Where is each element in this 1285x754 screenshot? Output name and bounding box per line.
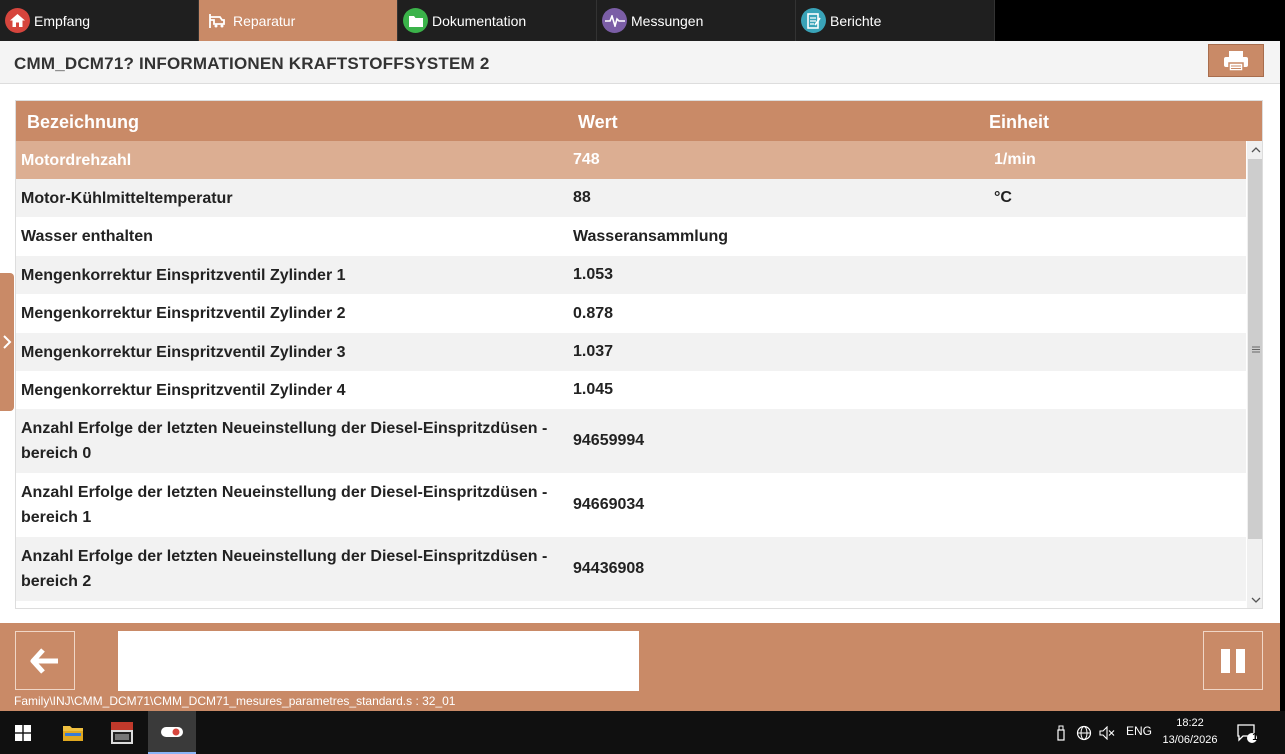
table-row[interactable]: Mengenkorrektur Einspritzventil Zylinder… bbox=[16, 294, 1246, 333]
column-header-bezeichnung: Bezeichnung bbox=[27, 112, 140, 132]
grip-icon bbox=[1251, 346, 1260, 352]
param-value: 94659994 bbox=[573, 432, 645, 449]
chevron-down-icon bbox=[1251, 597, 1260, 603]
waveform-icon bbox=[602, 8, 627, 33]
param-name: Mengenkorrektur Einspritzventil Zylinder… bbox=[21, 266, 346, 284]
table-row[interactable]: Motor-Kühlmitteltemperatur 88 °C bbox=[16, 179, 1246, 217]
clock-time: 18:22 bbox=[1176, 717, 1204, 729]
parameter-table: Bezeichnung Wert Einheit Motordrehzahl 7… bbox=[15, 100, 1263, 609]
param-name: Motordrehzahl bbox=[21, 151, 132, 169]
lift-icon bbox=[204, 8, 229, 33]
param-unit: 1/min bbox=[994, 151, 1036, 168]
table-row[interactable]: Wasser enthalten Wasseransammlung bbox=[16, 217, 1246, 256]
folder-icon bbox=[63, 725, 83, 741]
tab-messungen[interactable]: Messungen bbox=[597, 0, 796, 41]
top-nav: Empfang Reparatur Dokumentation Messunge… bbox=[0, 0, 995, 41]
param-unit: °C bbox=[994, 189, 1012, 206]
diagbox-app-button[interactable] bbox=[99, 711, 145, 754]
table-row[interactable]: Mengenkorrektur Einspritzventil Zylinder… bbox=[16, 333, 1246, 371]
script-path: Family\INJ\CMM_DCM71\CMM_DCM71_mesures_p… bbox=[14, 694, 456, 708]
window-edge bbox=[1280, 41, 1285, 711]
column-header-einheit: Einheit bbox=[989, 112, 1050, 132]
table-row[interactable]: Anzahl Erfolge der letzten Neueinstellun… bbox=[16, 473, 1246, 537]
table-body: Motordrehzahl 748 1/min Motor-Kühlmittel… bbox=[16, 141, 1246, 601]
tab-label: Reparatur bbox=[233, 12, 296, 29]
tab-label: Dokumentation bbox=[432, 12, 527, 29]
tab-empfang[interactable]: Empfang bbox=[0, 0, 199, 41]
param-value: 748 bbox=[573, 151, 600, 168]
start-button[interactable] bbox=[0, 711, 46, 754]
speaker-muted-icon bbox=[1099, 725, 1115, 740]
print-button[interactable] bbox=[1208, 44, 1264, 77]
table-row[interactable]: Mengenkorrektur Einspritzventil Zylinder… bbox=[16, 371, 1246, 409]
tab-label: Messungen bbox=[631, 12, 704, 29]
tab-reparatur[interactable]: Reparatur bbox=[199, 0, 398, 41]
side-panel-toggle[interactable] bbox=[0, 273, 14, 411]
taskbar: ENG 18:22 13/06/2026 1 bbox=[0, 711, 1285, 754]
column-header-wert: Wert bbox=[578, 112, 618, 132]
printer-icon bbox=[1224, 50, 1248, 72]
message-box bbox=[118, 631, 639, 691]
table-row[interactable]: Anzahl Erfolge der letzten Neueinstellun… bbox=[16, 409, 1246, 473]
notification-count: 1 bbox=[1252, 732, 1258, 743]
param-value: 88 bbox=[573, 189, 591, 206]
param-name: Motor-Kühlmitteltemperatur bbox=[21, 189, 233, 207]
tab-label: Empfang bbox=[34, 12, 91, 29]
param-value: 94669034 bbox=[573, 496, 645, 513]
param-name: Mengenkorrektur Einspritzventil Zylinder… bbox=[21, 381, 346, 399]
scroll-down-button[interactable] bbox=[1247, 592, 1262, 608]
table-header: Bezeichnung Wert Einheit bbox=[16, 101, 1262, 141]
usb-icon bbox=[1057, 725, 1065, 741]
vertical-scrollbar[interactable] bbox=[1247, 141, 1262, 608]
param-value: Wasseransammlung bbox=[573, 227, 729, 245]
scroll-up-button[interactable] bbox=[1247, 141, 1262, 158]
bottom-toolbar: Family\INJ\CMM_DCM71\CMM_DCM71_mesures_p… bbox=[0, 623, 1280, 711]
arrow-left-icon bbox=[30, 647, 58, 674]
toggle-app-icon bbox=[161, 726, 183, 737]
windows-icon bbox=[15, 724, 31, 741]
notification-center-button[interactable]: 1 bbox=[1232, 711, 1262, 754]
tab-dokumentation[interactable]: Dokumentation bbox=[398, 0, 597, 41]
nav-filler bbox=[995, 0, 1285, 41]
param-name: Mengenkorrektur Einspritzventil Zylinder… bbox=[21, 343, 346, 361]
clock[interactable]: 18:22 13/06/2026 bbox=[1160, 715, 1220, 749]
folder-icon bbox=[403, 8, 428, 33]
param-name: Anzahl Erfolge der letzten Neueinstellun… bbox=[21, 484, 548, 526]
param-name: Wasser enthalten bbox=[21, 228, 153, 245]
chevron-up-icon bbox=[1251, 147, 1260, 153]
chevron-right-icon bbox=[3, 335, 12, 349]
diagbox-icon bbox=[111, 721, 133, 744]
globe-icon bbox=[1076, 725, 1092, 740]
network-tray-icon[interactable] bbox=[1073, 711, 1095, 754]
tab-berichte[interactable]: Berichte bbox=[796, 0, 995, 41]
back-button[interactable] bbox=[15, 631, 75, 690]
param-value: 1.037 bbox=[573, 343, 614, 360]
clock-date: 13/06/2026 bbox=[1162, 734, 1218, 746]
param-value: 0.878 bbox=[573, 304, 614, 322]
pause-icon bbox=[1221, 648, 1245, 673]
param-value: 94436908 bbox=[573, 560, 645, 577]
param-name: Anzahl Erfolge der letzten Neueinstellun… bbox=[21, 548, 548, 590]
active-app-button[interactable] bbox=[148, 711, 196, 754]
language-indicator[interactable]: ENG bbox=[1126, 724, 1152, 738]
page-title: CMM_DCM71? INFORMATIONEN KRAFTSTOFFSYSTE… bbox=[14, 54, 490, 73]
tab-label: Berichte bbox=[830, 12, 882, 29]
file-explorer-button[interactable] bbox=[50, 711, 96, 754]
param-value: 1.045 bbox=[573, 381, 614, 398]
home-icon bbox=[5, 8, 30, 33]
table-row[interactable]: Mengenkorrektur Einspritzventil Zylinder… bbox=[16, 256, 1246, 294]
title-bar: CMM_DCM71? INFORMATIONEN KRAFTSTOFFSYSTE… bbox=[0, 41, 1280, 84]
table-row[interactable]: Anzahl Erfolge der letzten Neueinstellun… bbox=[16, 537, 1246, 601]
volume-tray-icon[interactable] bbox=[1096, 711, 1118, 754]
scroll-thumb[interactable] bbox=[1248, 159, 1262, 539]
param-value: 1.053 bbox=[573, 266, 614, 283]
usb-tray-icon[interactable] bbox=[1050, 711, 1072, 754]
report-icon bbox=[801, 8, 826, 33]
param-name: Anzahl Erfolge der letzten Neueinstellun… bbox=[21, 420, 548, 462]
param-name: Mengenkorrektur Einspritzventil Zylinder… bbox=[21, 305, 346, 322]
pause-button[interactable] bbox=[1203, 631, 1263, 690]
table-row[interactable]: Motordrehzahl 748 1/min bbox=[16, 141, 1246, 179]
